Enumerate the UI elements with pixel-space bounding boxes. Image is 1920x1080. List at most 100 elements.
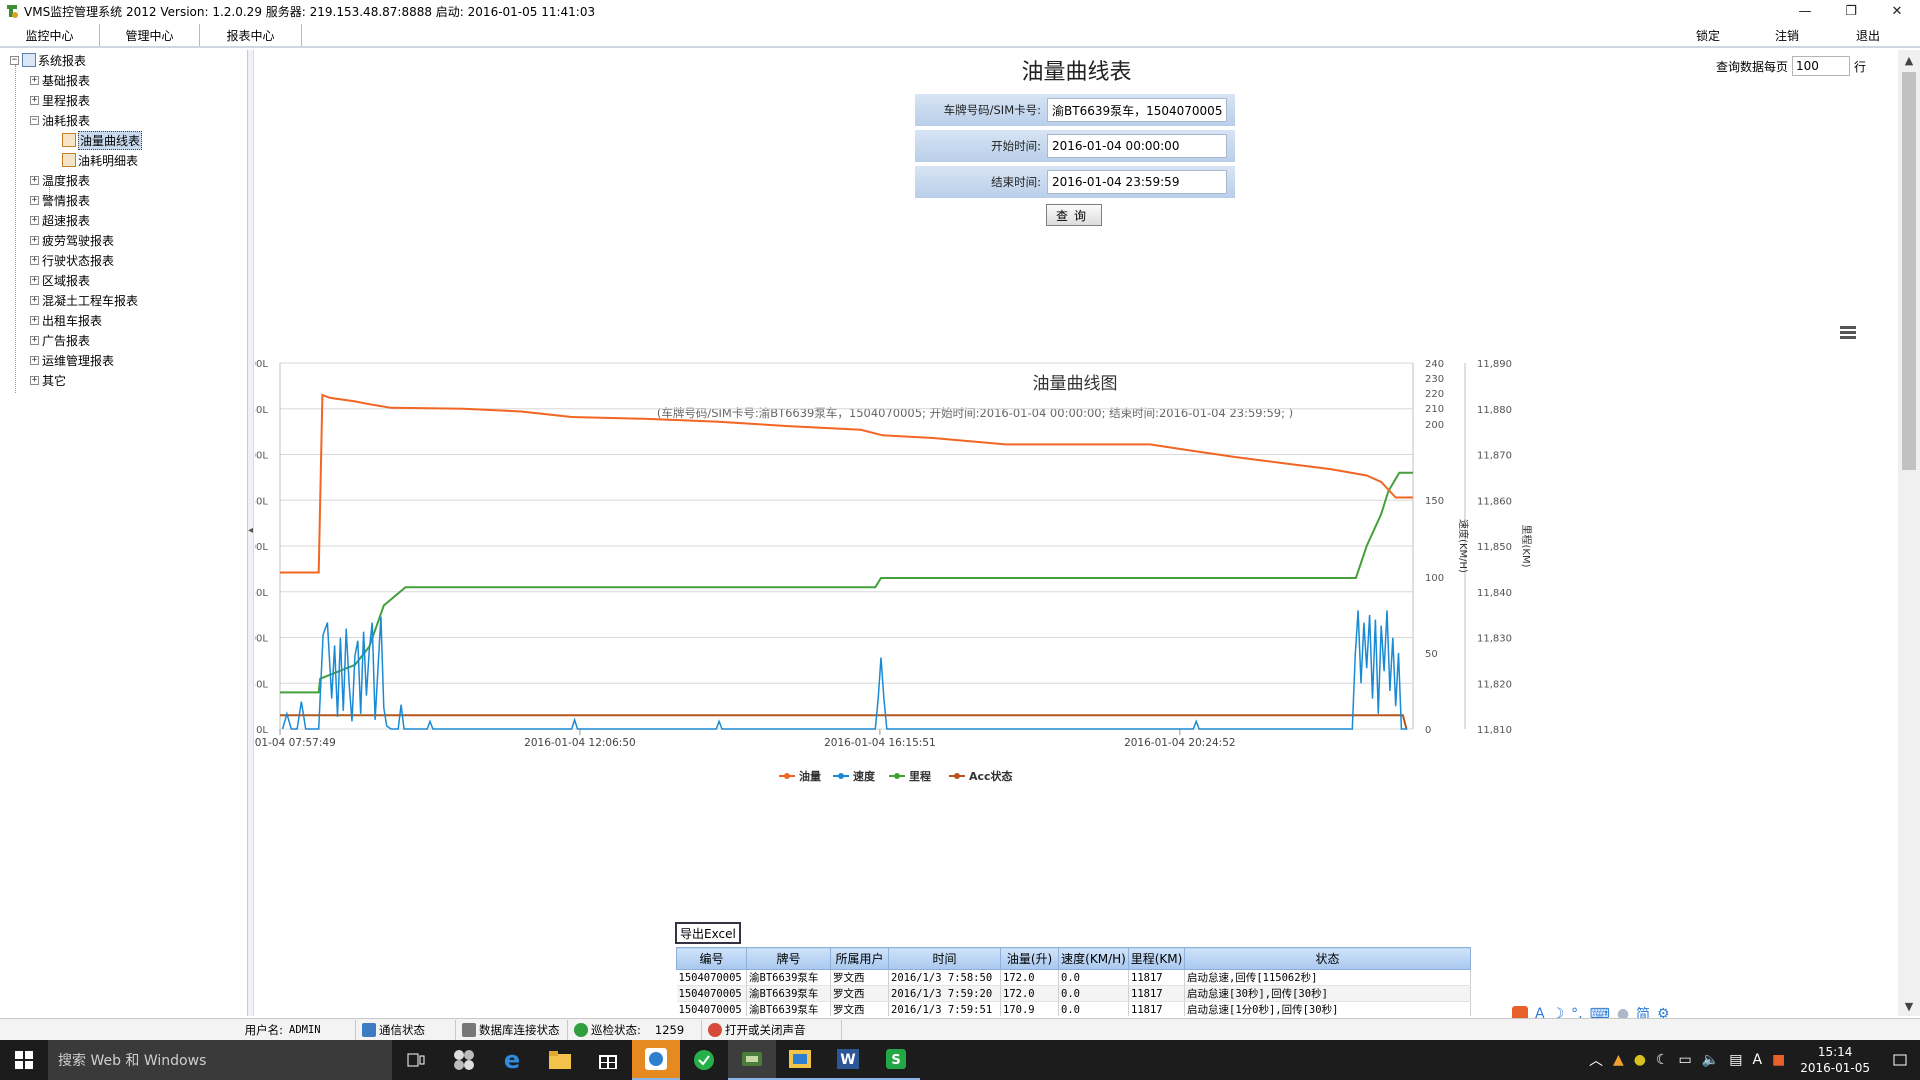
expand-icon[interactable]: + (30, 355, 39, 365)
mileage-axis-tick-label: 11,820 (1477, 679, 1512, 690)
column-header[interactable]: 时间 (888, 947, 1001, 970)
sidebar-splitter[interactable]: ◂ (248, 50, 254, 1016)
expand-icon[interactable]: + (30, 295, 39, 305)
table-row[interactable]: 1504070005 渝BT6639泵车 罗文西 2016/1/3 7:59:20 17… (676, 985, 1471, 1002)
expand-icon[interactable]: + (30, 235, 39, 245)
tree-item-overspeed[interactable]: + 超速报表 (30, 210, 90, 230)
mileage-axis-tick-label: 11,810 (1477, 725, 1512, 736)
taskbar-search-input[interactable]: 搜索 Web 和 Windows (48, 1040, 392, 1080)
scroll-thumb[interactable] (1902, 72, 1916, 470)
export-excel-button[interactable]: 导出Excel (675, 922, 741, 944)
close-button[interactable]: ✕ (1874, 0, 1920, 22)
expand-icon[interactable]: + (30, 275, 39, 285)
wps-sheet-icon[interactable]: S (872, 1040, 920, 1080)
store-icon[interactable] (584, 1040, 632, 1080)
input-method-icon[interactable]: A (1752, 1052, 1762, 1068)
scroll-up-icon[interactable]: ▲ (1898, 50, 1920, 70)
column-header[interactable]: 油量(升) (1000, 947, 1059, 970)
column-header[interactable]: 状态 (1184, 947, 1471, 970)
collapse-icon[interactable]: − (10, 55, 19, 65)
tree-item-operations[interactable]: + 运维管理报表 (30, 350, 114, 370)
volume-muted-icon[interactable]: 🔈 (1702, 1052, 1719, 1068)
exit-button[interactable]: 退出 (1856, 24, 1880, 46)
green-app-icon[interactable] (680, 1040, 728, 1080)
end-time-input[interactable] (1047, 170, 1227, 194)
mileage-axis-tick-label: 11,850 (1477, 542, 1512, 553)
per-page-input[interactable] (1791, 56, 1850, 76)
minimize-button[interactable]: — (1782, 0, 1828, 22)
tree-item-advertising[interactable]: + 广告报表 (30, 330, 90, 350)
expand-icon[interactable]: + (30, 255, 39, 265)
expand-icon[interactable]: + (30, 375, 39, 385)
collapse-arrow-icon[interactable]: ◂ (248, 525, 253, 536)
tree-item-concrete-truck[interactable]: + 混凝土工程车报表 (30, 290, 138, 310)
tab-monitor-center[interactable]: 监控中心 (0, 24, 100, 46)
tree-root[interactable]: − 系统报表 (10, 50, 86, 70)
sound-toggle-cell[interactable]: 打开或关闭声音 (702, 1019, 842, 1040)
task-view-icon[interactable] (392, 1040, 440, 1080)
tree-item-fuel[interactable]: − 油耗报表 (30, 110, 90, 130)
query-button[interactable]: 查询 (1046, 204, 1102, 226)
edge-browser-icon[interactable]: e (488, 1040, 536, 1080)
table-row[interactable]: 1504070005 渝BT6639泵车 罗文西 2016/1/3 7:58:50 17… (676, 969, 1471, 986)
collapse-icon[interactable]: − (30, 115, 39, 125)
sogou-ime-icon[interactable]: ■ (1772, 1052, 1785, 1068)
query-form: 车牌号码/SIM卡号: 开始时间: 结束时间: (915, 94, 1235, 202)
taskbar: 搜索 Web 和 Windows e W S ︿ ▲ ● ☾ ▭ 🔈 ▤ A ■… (0, 1040, 1920, 1080)
scroll-down-icon[interactable]: ▼ (1898, 996, 1920, 1016)
column-header[interactable]: 里程(KM) (1128, 947, 1185, 970)
tree-item-alarm[interactable]: + 警情报表 (30, 190, 90, 210)
tray-green-icon[interactable]: ● (1634, 1052, 1646, 1068)
column-header[interactable]: 牌号 (746, 947, 831, 970)
start-time-input[interactable] (1047, 134, 1227, 158)
app-grid-icon[interactable] (440, 1040, 488, 1080)
logout-button[interactable]: 注销 (1775, 24, 1799, 46)
tree-item-taxi[interactable]: + 出租车报表 (30, 310, 102, 330)
column-header[interactable]: 所属用户 (830, 947, 889, 970)
tab-management-center[interactable]: 管理中心 (100, 24, 200, 46)
tree-item-temperature[interactable]: + 温度报表 (30, 170, 90, 190)
vehicle-monitor-icon[interactable] (728, 1040, 776, 1080)
expand-icon[interactable]: + (30, 75, 39, 85)
expand-icon[interactable]: + (30, 195, 39, 205)
svg-text:W: W (840, 1052, 855, 1068)
speaker-icon[interactable] (708, 1022, 722, 1037)
expand-icon[interactable]: + (30, 215, 39, 225)
tree-item-mileage[interactable]: + 里程报表 (30, 90, 90, 110)
mileage-axis-tick-label: 11,860 (1477, 496, 1512, 507)
column-header[interactable]: 编号 (676, 947, 747, 970)
tree-item-area[interactable]: + 区域报表 (30, 270, 90, 290)
table-row[interactable]: 1504070005 渝BT6639泵车 罗文西 2016/1/3 7:59:51 17… (676, 1001, 1471, 1016)
column-header[interactable]: 速度(KM/H) (1058, 947, 1129, 970)
vertical-scrollbar[interactable]: ▲ ▼ (1898, 50, 1920, 1016)
word-app-icon[interactable]: W (824, 1040, 872, 1080)
plate-input[interactable] (1047, 98, 1227, 122)
lock-button[interactable]: 锁定 (1696, 24, 1720, 46)
tray-app-icon[interactable]: ▲ (1613, 1052, 1624, 1068)
tree-item-basic[interactable]: + 基础报表 (30, 70, 90, 90)
vms-app-icon[interactable] (632, 1040, 680, 1080)
left-axis-tick-label: 400L (255, 359, 268, 370)
clock[interactable]: 15:14 2016-01-05 (1800, 1044, 1870, 1076)
expand-icon[interactable]: + (30, 335, 39, 345)
tree-item-fatigue[interactable]: + 疲劳驾驶报表 (30, 230, 114, 250)
mileage-axis-tick-label: 11,840 (1477, 588, 1512, 599)
message-icon[interactable]: ▤ (1729, 1052, 1742, 1068)
tree-item-driving-status[interactable]: + 行驶状态报表 (30, 250, 114, 270)
windows-start-icon[interactable] (0, 1040, 48, 1080)
maximize-button[interactable]: ❐ (1828, 0, 1874, 22)
tree-item-fuel-curve[interactable]: 油量曲线表 (62, 130, 143, 150)
tree-item-other[interactable]: + 其它 (30, 370, 66, 390)
expand-icon[interactable]: + (30, 95, 39, 105)
network-status-icon[interactable]: ▭ (1679, 1052, 1692, 1068)
tray-moon-icon[interactable]: ☾ (1656, 1052, 1669, 1068)
notification-center-icon[interactable] (1880, 1040, 1920, 1080)
expand-icon[interactable]: + (30, 315, 39, 325)
tab-report-center[interactable]: 报表中心 (200, 24, 302, 46)
left-axis-tick-label: 300L (255, 451, 268, 462)
expand-icon[interactable]: + (30, 175, 39, 185)
file-explorer-icon[interactable] (536, 1040, 584, 1080)
photos-app-icon[interactable] (776, 1040, 824, 1080)
tree-item-fuel-detail[interactable]: 油耗明细表 (62, 150, 138, 170)
tray-expand-icon[interactable]: ︿ (1589, 1050, 1603, 1070)
